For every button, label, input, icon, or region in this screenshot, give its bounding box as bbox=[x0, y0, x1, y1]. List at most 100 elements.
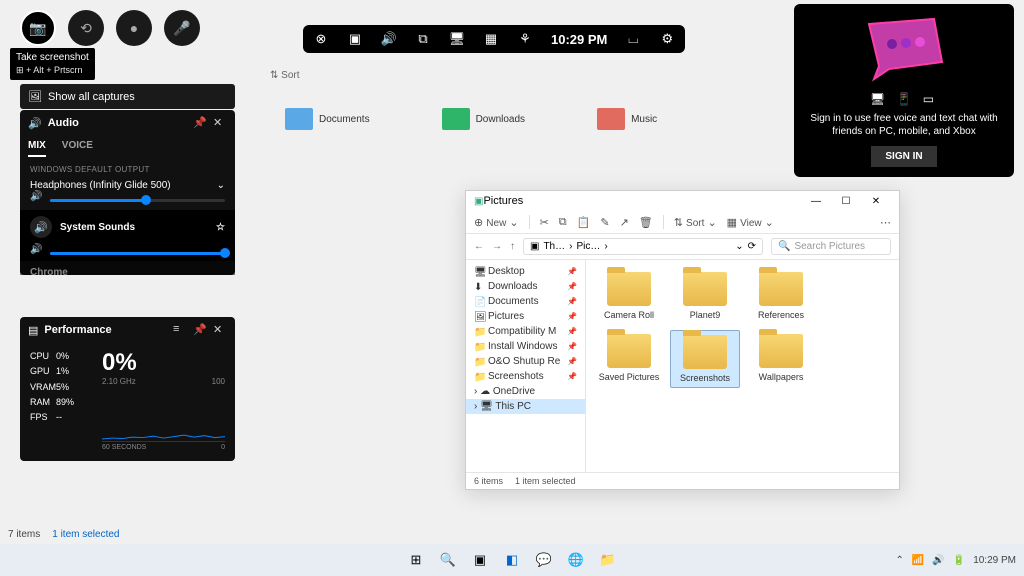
up-button[interactable]: ↑ bbox=[510, 241, 515, 252]
performance-widget: ▤ Performance ≡ 📌 ✕ CPU0% GPU1% VRAM5% R… bbox=[20, 317, 235, 461]
folder-item[interactable]: Wallpapers bbox=[746, 330, 816, 388]
new-button[interactable]: ⊕ New ⌄ bbox=[474, 216, 519, 229]
chat-bubble-icon bbox=[854, 14, 954, 84]
search-icon: 🔍 bbox=[778, 241, 790, 252]
sidebar-item[interactable]: 📁Screenshots📌 bbox=[466, 369, 585, 384]
sign-in-button[interactable]: SIGN IN bbox=[871, 146, 936, 167]
app-chrome: Chrome bbox=[30, 267, 68, 275]
pictures-explorer-window: ▣ Pictures — ☐ ✕ ⊕ New ⌄ ✂ ⧉ 📋 ✎ ↗ 🗑 ⇅ S… bbox=[465, 190, 900, 490]
resources-icon[interactable]: ▦ bbox=[483, 31, 499, 47]
screenshot-tooltip: Take screenshot ⊞ + Alt + Prtscrn bbox=[10, 48, 95, 80]
tab-voice[interactable]: VOICE bbox=[62, 140, 93, 157]
pictures-icon: ▣ bbox=[530, 241, 539, 252]
address-bar[interactable]: ▣ Th… › Pic… › ⌄ ⟳ bbox=[523, 238, 763, 255]
mouse-icon[interactable]: ⌴ bbox=[625, 31, 641, 47]
widgets-icon[interactable]: ▣ bbox=[347, 31, 363, 47]
monitor-icon[interactable]: 🖥 bbox=[449, 31, 465, 47]
audio-icon[interactable]: 🔊 bbox=[381, 31, 397, 47]
more-icon[interactable]: ⋯ bbox=[880, 216, 891, 229]
output-device[interactable]: Headphones (Infinity Glide 500) bbox=[30, 180, 171, 191]
sidebar-item[interactable]: 📄Documents📌 bbox=[466, 294, 585, 309]
copy-icon[interactable]: ⧉ bbox=[559, 216, 567, 229]
capture-icon[interactable]: ⧉ bbox=[415, 31, 431, 47]
forward-button[interactable]: → bbox=[492, 241, 502, 252]
volume-icon[interactable]: 🔊 bbox=[30, 244, 42, 255]
group-icon[interactable]: ⚘ bbox=[517, 31, 533, 47]
folder-item[interactable]: Planet9 bbox=[670, 268, 740, 324]
search-icon[interactable]: 🔍 bbox=[436, 548, 460, 572]
taskbar: ⊞ 🔍 ▣ ◧ 💬 🌐 📁 ⌃ 📶 🔊 🔋 10:29 PM bbox=[0, 544, 1024, 576]
chevron-up-icon[interactable]: ⌃ bbox=[895, 555, 903, 566]
perf-title: Performance bbox=[44, 324, 167, 336]
folder-item[interactable]: Screenshots bbox=[670, 330, 740, 388]
battery-icon[interactable]: 🔋 bbox=[953, 555, 965, 566]
folder-documents[interactable]: Documents bbox=[285, 108, 370, 130]
record-last-button[interactable]: ⟲ bbox=[68, 10, 104, 46]
cpu-freq: 2.10 GHz bbox=[102, 377, 137, 386]
folder-music[interactable]: Music bbox=[597, 108, 657, 130]
share-icon[interactable]: ↗ bbox=[620, 216, 629, 229]
task-view-icon[interactable]: ▣ bbox=[468, 548, 492, 572]
close-icon[interactable]: ✕ bbox=[213, 116, 227, 130]
chevron-down-icon[interactable]: ⌄ bbox=[735, 241, 743, 252]
folder-item[interactable]: Saved Pictures bbox=[594, 330, 664, 388]
close-button[interactable]: ✕ bbox=[861, 196, 891, 207]
sidebar-item-thispc[interactable]: › 🖥 This PC bbox=[466, 399, 585, 414]
volume-icon[interactable]: 🔊 bbox=[932, 555, 944, 566]
paste-icon[interactable]: 📋 bbox=[577, 216, 591, 229]
show-all-captures[interactable]: 🖼 Show all captures bbox=[20, 84, 235, 109]
tab-mix[interactable]: MIX bbox=[28, 140, 46, 157]
sidebar-item[interactable]: 🖼Pictures📌 bbox=[466, 309, 585, 324]
explorer-icon[interactable]: 📁 bbox=[596, 548, 620, 572]
sort-button[interactable]: ⇅ Sort ⌄ bbox=[674, 216, 717, 229]
pin-icon[interactable]: 📌 bbox=[193, 323, 207, 337]
delete-icon[interactable]: 🗑 bbox=[639, 216, 653, 229]
pictures-icon: ▣ bbox=[474, 196, 483, 207]
master-volume-slider[interactable] bbox=[50, 199, 225, 202]
screenshot-button[interactable]: 📷 bbox=[20, 10, 56, 46]
minimize-button[interactable]: — bbox=[801, 196, 831, 207]
chrome-icon[interactable]: 🌐 bbox=[564, 548, 588, 572]
chevron-down-icon[interactable]: ⌄ bbox=[217, 180, 225, 191]
view-button[interactable]: ▦ View ⌄ bbox=[727, 216, 774, 229]
back-button[interactable]: ← bbox=[474, 241, 484, 252]
sidebar-item-onedrive[interactable]: › ☁ OneDrive bbox=[466, 384, 585, 399]
taskbar-clock[interactable]: 10:29 PM bbox=[973, 555, 1016, 566]
settings-icon[interactable]: ≡ bbox=[173, 323, 187, 337]
sidebar-item[interactable]: 🖥Desktop📌 bbox=[466, 264, 585, 279]
window-title: Pictures bbox=[483, 195, 801, 207]
mic-button[interactable]: 🎤 bbox=[164, 10, 200, 46]
record-button[interactable]: ● bbox=[116, 10, 152, 46]
speaker-icon: 🔊 bbox=[28, 117, 42, 130]
system-sounds-slider[interactable] bbox=[50, 252, 225, 255]
perf-stats: CPU0% GPU1% VRAM5% RAM89% FPS-- bbox=[30, 349, 92, 451]
search-input[interactable]: 🔍 Search Pictures bbox=[771, 238, 891, 255]
volume-icon[interactable]: 🔊 bbox=[30, 191, 42, 202]
settings-icon[interactable]: ⚙ bbox=[659, 31, 675, 47]
maximize-button[interactable]: ☐ bbox=[831, 196, 861, 207]
cut-icon[interactable]: ✂ bbox=[540, 216, 549, 229]
star-icon[interactable]: ☆ bbox=[216, 222, 225, 233]
folder-item[interactable]: Camera Roll bbox=[594, 268, 664, 324]
refresh-icon[interactable]: ⟳ bbox=[748, 241, 756, 252]
sidebar-item[interactable]: 📁Compatibility M📌 bbox=[466, 324, 585, 339]
folder-downloads[interactable]: Downloads bbox=[442, 108, 525, 130]
folder-item[interactable]: References bbox=[746, 268, 816, 324]
widgets-icon[interactable]: ◧ bbox=[500, 548, 524, 572]
chat-icon[interactable]: 💬 bbox=[532, 548, 556, 572]
sort-icon[interactable]: ⇅ Sort bbox=[270, 70, 300, 81]
wifi-icon[interactable]: 📶 bbox=[912, 555, 924, 566]
rename-icon[interactable]: ✎ bbox=[600, 216, 609, 229]
sidebar-item[interactable]: ⬇Downloads📌 bbox=[466, 279, 585, 294]
xbox-signin-card: 🖥 📱 ▭ Sign in to use free voice and text… bbox=[794, 4, 1014, 177]
start-button[interactable]: ⊞ bbox=[404, 548, 428, 572]
close-icon[interactable]: ✕ bbox=[213, 323, 227, 337]
sidebar-item[interactable]: 📁Install Windows📌 bbox=[466, 339, 585, 354]
signin-message: Sign in to use free voice and text chat … bbox=[804, 112, 1004, 138]
devices-icons: 🖥 📱 ▭ bbox=[804, 92, 1004, 106]
explorer-content[interactable]: Camera RollPlanet9References Saved Pictur… bbox=[586, 260, 899, 472]
xbox-icon[interactable]: ⊗ bbox=[313, 31, 329, 47]
pin-icon[interactable]: 📌 bbox=[193, 116, 207, 130]
explorer-status-bar: 6 items 1 item selected bbox=[466, 472, 899, 489]
sidebar-item[interactable]: 📁O&O Shutup Re📌 bbox=[466, 354, 585, 369]
